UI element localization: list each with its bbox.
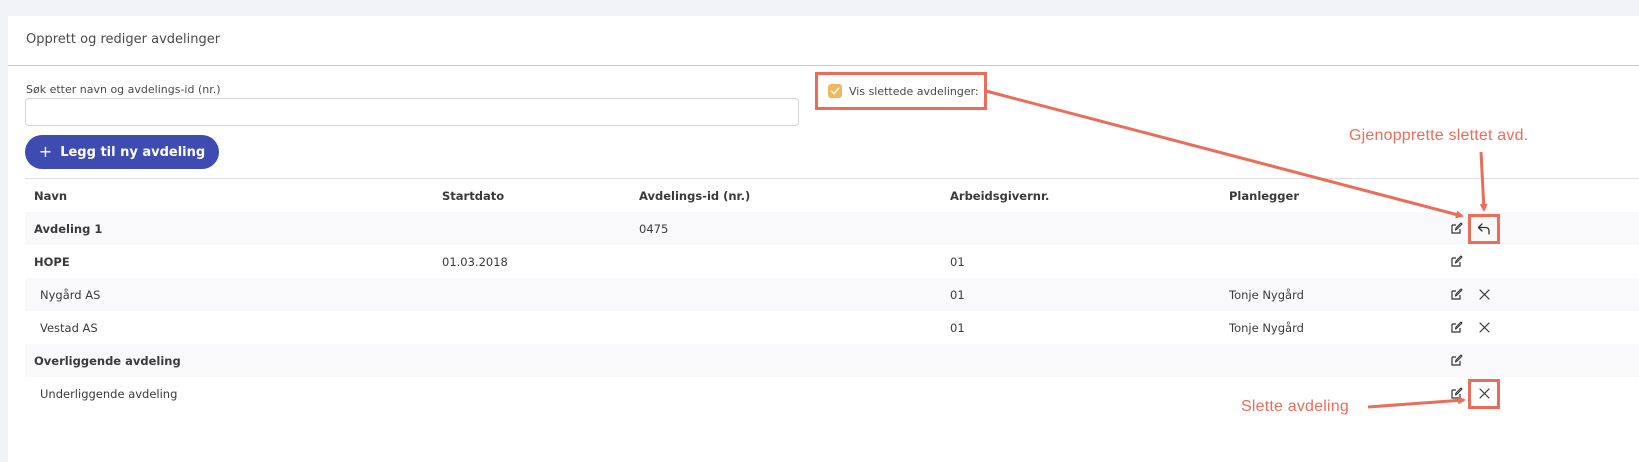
cell-department-id — [639, 245, 950, 278]
delete-icon[interactable] — [1477, 288, 1491, 302]
table-row[interactable]: Overliggende avdeling — [25, 344, 1639, 377]
row-actions — [1449, 311, 1491, 344]
column-header-planner[interactable]: Planlegger — [1229, 178, 1468, 212]
annotation-delete-label: Slette avdeling — [1241, 398, 1349, 415]
edit-icon[interactable] — [1449, 288, 1463, 302]
add-department-label: Legg til ny avdeling — [60, 144, 206, 160]
cell-employer-number — [950, 344, 1229, 377]
cell-name: HOPE — [34, 254, 70, 269]
table-row[interactable]: Nygård AS 01 Tonje Nygård — [25, 278, 1639, 311]
table-row[interactable]: HOPE 01.03.2018 01 — [25, 245, 1639, 278]
cell-startdate — [442, 212, 639, 245]
table-row[interactable]: Underliggende avdeling — [25, 377, 1639, 410]
cell-name: Underliggende avdeling — [40, 386, 178, 401]
cell-planner — [1229, 212, 1468, 245]
cell-department-id — [639, 278, 950, 311]
cell-employer-number — [950, 212, 1229, 245]
checkmark-icon — [830, 87, 840, 95]
cell-actions — [1450, 311, 1639, 344]
cell-startdate — [442, 377, 639, 410]
table-row[interactable]: Avdeling 1 0475 — [25, 212, 1639, 245]
cell-actions — [1450, 377, 1639, 410]
row-actions — [1449, 278, 1491, 311]
column-header-name[interactable]: Navn — [25, 178, 442, 212]
column-header-actions — [1468, 178, 1639, 212]
edit-icon[interactable] — [1449, 354, 1463, 368]
delete-highlight-box — [1468, 378, 1500, 409]
cell-startdate — [442, 311, 639, 344]
cell-planner: Tonje Nygård — [1229, 278, 1468, 311]
row-actions — [1449, 245, 1463, 278]
cell-employer-number: 01 — [950, 320, 965, 335]
cell-employer-number: 01 — [950, 254, 965, 269]
delete-icon[interactable] — [1477, 321, 1491, 335]
search-input[interactable] — [25, 98, 799, 126]
row-actions — [1449, 377, 1500, 410]
cell-planner — [1229, 245, 1468, 278]
edit-icon[interactable] — [1449, 255, 1463, 269]
edit-icon[interactable] — [1449, 387, 1463, 401]
plus-icon: + — [38, 142, 53, 161]
cell-name: Overliggende avdeling — [25, 344, 442, 377]
edit-icon[interactable] — [1449, 222, 1463, 236]
annotation-restore-label: Gjenopprette slettet avd. — [1349, 127, 1529, 144]
table-row[interactable]: Vestad AS 01 Tonje Nygård — [25, 311, 1639, 344]
cell-planner — [1229, 344, 1468, 377]
cell-startdate — [442, 344, 639, 377]
cell-name: Vestad AS — [40, 320, 98, 335]
cell-actions — [1450, 278, 1639, 311]
cell-department-id — [639, 311, 950, 344]
row-actions — [1449, 344, 1463, 377]
cell-name: Avdeling 1 — [25, 212, 442, 245]
cell-department-id — [639, 344, 950, 377]
cell-actions — [1450, 245, 1639, 278]
show-deleted-toggle[interactable]: Vis slettede avdelinger: — [815, 72, 987, 110]
cell-department-id: 0475 — [639, 212, 950, 245]
column-header-employer-number[interactable]: Arbeidsgivernr. — [950, 178, 1229, 212]
table-header-row: Navn Startdato Avdelings-id (nr.) Arbeid… — [25, 178, 1639, 212]
page-title: Opprett og rediger avdelinger — [26, 32, 221, 47]
cell-startdate: 01.03.2018 — [442, 254, 508, 269]
delete-icon[interactable] — [1477, 387, 1491, 401]
column-header-department-id[interactable]: Avdelings-id (nr.) — [639, 178, 950, 212]
search-label: Søk etter navn og avdelings-id (nr.) — [26, 83, 221, 96]
cell-department-id — [639, 377, 950, 410]
departments-table: Navn Startdato Avdelings-id (nr.) Arbeid… — [25, 178, 1639, 410]
row-actions — [1449, 212, 1500, 245]
cell-employer-number: 01 — [950, 278, 1229, 311]
cell-actions — [1450, 344, 1639, 377]
panel-header: Opprett og rediger avdelinger — [8, 16, 1639, 66]
show-deleted-label: Vis slettede avdelinger: — [849, 84, 979, 98]
column-header-startdate[interactable]: Startdato — [442, 178, 639, 212]
edit-icon[interactable] — [1449, 321, 1463, 335]
restore-icon[interactable] — [1477, 222, 1491, 236]
show-deleted-checkbox[interactable] — [828, 84, 842, 98]
cell-employer-number — [950, 377, 1229, 410]
departments-panel: Opprett og rediger avdelinger Søk etter … — [8, 16, 1639, 462]
restore-highlight-box — [1468, 213, 1500, 244]
cell-startdate — [442, 278, 639, 311]
cell-planner: Tonje Nygård — [1229, 320, 1304, 335]
add-department-button[interactable]: + Legg til ny avdeling — [25, 135, 219, 169]
cell-name: Nygård AS — [25, 278, 442, 311]
cell-actions — [1450, 212, 1639, 245]
